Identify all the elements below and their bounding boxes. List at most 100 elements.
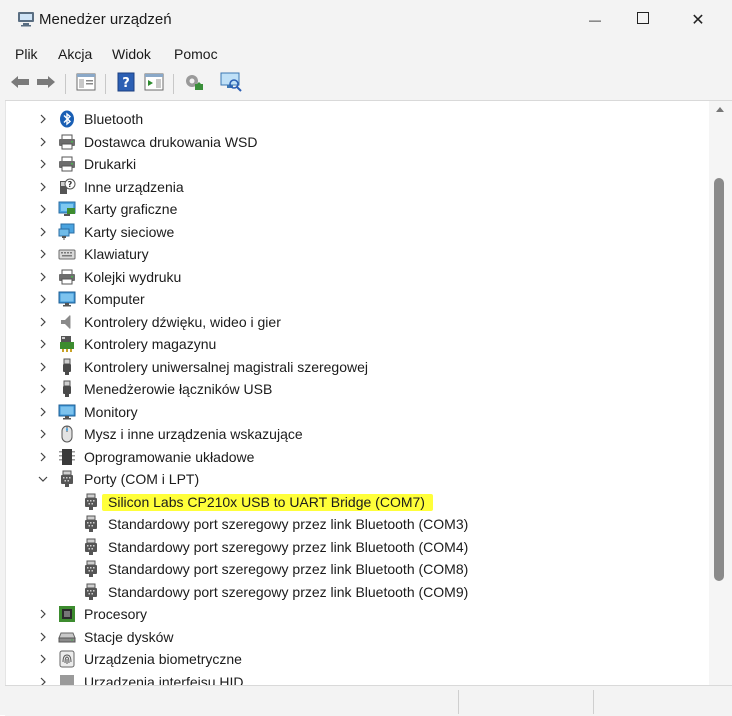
tree-category-row[interactable]: Karty graficzne	[6, 198, 706, 220]
tree-category-row[interactable]: Kontrolery uniwersalnej magistrali szere…	[6, 356, 706, 378]
tree-item-label: Silicon Labs CP210x USB to UART Bridge (…	[102, 493, 433, 511]
tree-category-row[interactable]: Karty sieciowe	[6, 221, 706, 243]
chevron-right-icon[interactable]	[36, 156, 50, 172]
maximize-button[interactable]	[620, 0, 666, 40]
chevron-right-icon[interactable]	[36, 606, 50, 622]
speaker-icon	[58, 313, 76, 331]
close-button[interactable]: ✕	[675, 0, 721, 40]
tree-category-row[interactable]: Dostawca drukowania WSD	[6, 131, 706, 153]
tree-device-row[interactable]: Silicon Labs CP210x USB to UART Bridge (…	[6, 491, 706, 513]
tree-category-row[interactable]: Menedżerowie łączników USB	[6, 378, 706, 400]
tree-category-row[interactable]: Stacje dysków	[6, 626, 706, 648]
menu-view[interactable]: Widok	[112, 46, 151, 62]
help-button[interactable]: ?	[115, 72, 137, 97]
unknown-device-icon: ?	[58, 178, 76, 196]
chevron-right-icon[interactable]	[36, 111, 50, 127]
chevron-right-icon[interactable]	[36, 359, 50, 375]
chevron-right-icon[interactable]	[36, 651, 50, 667]
close-icon: ✕	[691, 12, 705, 29]
update-driver-button[interactable]	[183, 73, 205, 95]
forward-button[interactable]	[35, 73, 57, 95]
tree-category-row[interactable]: Urządzenia interfejsu HID	[6, 671, 706, 686]
printer-icon	[58, 268, 76, 286]
tree-item-label: Karty graficzne	[84, 201, 178, 217]
tree-item-label: Oprogramowanie układowe	[84, 448, 255, 465]
status-bar	[5, 685, 732, 716]
monitor-icon	[58, 403, 76, 421]
tree-category-row[interactable]: Mysz i inne urządzenia wskazujące	[6, 423, 706, 445]
tree-category-row[interactable]: Bluetooth	[6, 108, 706, 130]
device-manager-app-icon	[17, 11, 35, 27]
action-pane-button[interactable]	[143, 73, 165, 95]
menu-action[interactable]: Akcja	[58, 46, 92, 62]
tree-category-row[interactable]: ? Inne urządzenia	[6, 176, 706, 198]
chevron-right-icon[interactable]	[36, 381, 50, 397]
chevron-right-icon[interactable]	[36, 449, 50, 465]
tree-device-row[interactable]: Standardowy port szeregowy przez link Bl…	[6, 536, 706, 558]
back-button[interactable]	[9, 73, 31, 95]
tree-item-label: Standardowy port szeregowy przez link Bl…	[108, 561, 469, 577]
help-icon: ?	[117, 72, 135, 97]
chevron-right-icon[interactable]	[36, 291, 50, 307]
tree-category-row[interactable]: Procesory	[6, 603, 706, 625]
port-icon	[82, 493, 100, 511]
tree-category-row[interactable]: Monitory	[6, 401, 706, 423]
menu-file[interactable]: Plik	[15, 46, 38, 62]
chevron-right-icon[interactable]	[36, 246, 50, 262]
chevron-right-icon[interactable]	[36, 336, 50, 352]
tree-item-label: Urządzenia interfejsu HID	[84, 673, 244, 686]
chevron-right-icon[interactable]	[36, 314, 50, 330]
tree-item-label: Kolejki wydruku	[84, 268, 182, 285]
tree-category-row[interactable]: Porty (COM i LPT)	[6, 468, 706, 490]
hid-icon	[58, 673, 76, 685]
chevron-right-icon[interactable]	[36, 629, 50, 645]
tree-device-row[interactable]: Standardowy port szeregowy przez link Bl…	[6, 558, 706, 580]
tree-category-row[interactable]: Oprogramowanie układowe	[6, 446, 706, 468]
minimize-button[interactable]: —	[572, 0, 618, 40]
back-arrow-icon	[10, 74, 30, 95]
scroll-up-arrow-icon[interactable]	[716, 107, 724, 112]
chevron-right-icon[interactable]	[36, 134, 50, 150]
disk-drive-icon	[58, 628, 76, 646]
tree-item-label: Porty (COM i LPT)	[84, 471, 200, 487]
toolbar-separator	[173, 74, 174, 94]
tree-category-row[interactable]: Komputer	[6, 288, 706, 310]
printer-icon	[58, 155, 76, 173]
chevron-right-icon[interactable]	[36, 201, 50, 217]
chevron-right-icon[interactable]	[36, 426, 50, 442]
tree-category-row[interactable]: Kontrolery dźwięku, wideo i gier	[6, 311, 706, 333]
bluetooth-icon	[58, 110, 76, 128]
tree-device-row[interactable]: Standardowy port szeregowy przez link Bl…	[6, 513, 706, 535]
minimize-icon: —	[589, 13, 601, 27]
svg-text:?: ?	[68, 180, 73, 189]
status-bar-divider	[458, 690, 459, 714]
chevron-right-icon[interactable]	[36, 674, 50, 685]
usb-icon	[58, 380, 76, 398]
properties-pane-icon	[76, 73, 96, 96]
tree-category-row[interactable]: Kolejki wydruku	[6, 266, 706, 288]
tree-category-row[interactable]: Urządzenia biometryczne	[6, 648, 706, 670]
update-driver-icon	[184, 72, 204, 97]
usb-icon	[58, 358, 76, 376]
tree-category-row[interactable]: Klawiatury	[6, 243, 706, 265]
scan-hardware-button[interactable]	[220, 72, 242, 95]
toolbar-separator	[105, 74, 106, 94]
menu-help[interactable]: Pomoc	[174, 46, 218, 62]
tree-item-label: Kontrolery dźwięku, wideo i gier	[84, 313, 281, 330]
chevron-right-icon[interactable]	[36, 404, 50, 420]
chevron-right-icon[interactable]	[36, 179, 50, 195]
tree-item-label: Kontrolery uniwersalnej magistrali szere…	[84, 358, 369, 375]
tree-item-label: Stacje dysków	[84, 628, 174, 645]
tree-item-label: Standardowy port szeregowy przez link Bl…	[108, 516, 469, 532]
chevron-right-icon[interactable]	[36, 269, 50, 285]
tree-category-row[interactable]: Kontrolery magazynu	[6, 333, 706, 355]
chevron-down-icon[interactable]	[36, 471, 50, 487]
tree-item-label: Monitory	[84, 403, 138, 420]
properties-button[interactable]	[75, 73, 97, 95]
status-bar-divider	[593, 690, 594, 714]
scrollbar-thumb[interactable]	[714, 178, 724, 581]
vertical-scrollbar[interactable]	[709, 101, 732, 685]
tree-category-row[interactable]: Drukarki	[6, 153, 706, 175]
chevron-right-icon[interactable]	[36, 224, 50, 240]
tree-device-row[interactable]: Standardowy port szeregowy przez link Bl…	[6, 581, 706, 603]
